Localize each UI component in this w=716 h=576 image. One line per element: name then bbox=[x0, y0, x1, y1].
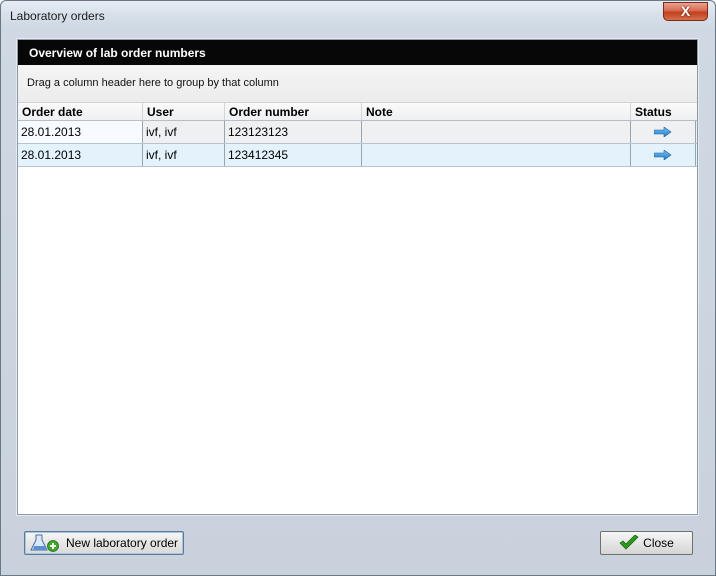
table-row[interactable]: 28.01.2013 ivf, ivf 123412345 bbox=[18, 144, 697, 167]
title-bar[interactable]: Laboratory orders X bbox=[1, 1, 715, 31]
laboratory-orders-window: Laboratory orders X Overview of lab orde… bbox=[0, 0, 716, 576]
column-header-order-date[interactable]: Order date bbox=[18, 103, 143, 120]
arrow-right-icon[interactable] bbox=[654, 150, 672, 160]
cell-order-date[interactable]: 28.01.2013 bbox=[18, 121, 143, 143]
cell-status[interactable] bbox=[631, 144, 696, 166]
cell-order-number[interactable]: 123123123 bbox=[225, 121, 362, 143]
new-laboratory-order-button[interactable]: New laboratory order bbox=[24, 531, 184, 555]
close-button-label: Close bbox=[643, 536, 674, 550]
column-header-order-number[interactable]: Order number bbox=[225, 103, 362, 120]
column-header-note[interactable]: Note bbox=[362, 103, 631, 120]
window-close-button[interactable]: X bbox=[663, 2, 708, 21]
cell-user[interactable]: ivf, ivf bbox=[143, 121, 225, 143]
table-row[interactable]: 28.01.2013 ivf, ivf 123123123 bbox=[18, 121, 697, 144]
arrow-right-icon[interactable] bbox=[654, 127, 672, 137]
checkmark-icon bbox=[619, 535, 639, 550]
cell-status[interactable] bbox=[631, 121, 696, 143]
cell-note[interactable] bbox=[362, 144, 631, 166]
close-button[interactable]: Close bbox=[600, 531, 693, 555]
cell-order-date[interactable]: 28.01.2013 bbox=[18, 144, 143, 166]
cell-user[interactable]: ivf, ivf bbox=[143, 144, 225, 166]
group-by-hint: Drag a column header here to group by th… bbox=[27, 77, 279, 89]
cell-note[interactable] bbox=[362, 121, 631, 143]
new-laboratory-order-label: New laboratory order bbox=[66, 536, 179, 550]
cell-order-number[interactable]: 123412345 bbox=[225, 144, 362, 166]
orders-grid: Order date User Order number Note Status… bbox=[18, 103, 697, 167]
group-by-area[interactable]: Drag a column header here to group by th… bbox=[18, 65, 697, 103]
column-header-user[interactable]: User bbox=[143, 103, 225, 120]
column-header-status[interactable]: Status bbox=[631, 103, 697, 120]
panel-header: Overview of lab order numbers bbox=[18, 40, 697, 65]
lab-orders-panel: Overview of lab order numbers Drag a col… bbox=[17, 39, 698, 515]
window-title: Laboratory orders bbox=[10, 9, 105, 23]
lab-flask-add-icon bbox=[30, 534, 59, 552]
grid-header: Order date User Order number Note Status bbox=[18, 103, 697, 121]
